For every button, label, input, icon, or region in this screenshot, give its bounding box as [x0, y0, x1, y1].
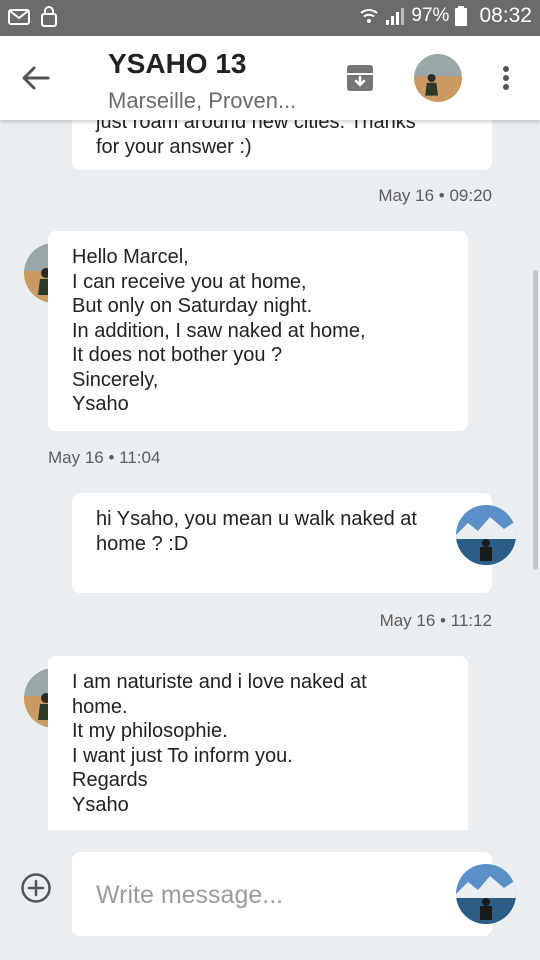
wifi-icon	[360, 9, 379, 23]
battery-icon	[455, 6, 468, 26]
archive-icon	[347, 65, 373, 91]
add-attachment-button[interactable]	[20, 872, 52, 904]
avatar-lake-image	[456, 864, 516, 924]
message-timestamp: May 16 • 09:20	[378, 186, 492, 205]
scrollbar[interactable]	[533, 270, 538, 570]
my-avatar[interactable]	[456, 505, 516, 565]
contact-avatar[interactable]	[414, 54, 462, 102]
more-vert-icon	[503, 66, 509, 90]
battery-percent: 97%	[411, 5, 450, 26]
archive-button[interactable]	[346, 64, 374, 92]
compose-box	[72, 852, 492, 936]
lock-icon	[41, 6, 57, 27]
status-bar: 97% 08:32	[0, 0, 540, 36]
message-bubble[interactable]: Hello Marcel, I can receive you at home,…	[48, 231, 468, 431]
more-options-button[interactable]	[496, 62, 516, 94]
conversation-header: YSAHO 13 Marseille, Proven...	[0, 36, 540, 120]
message-timestamp: May 16 • 11:12	[379, 611, 492, 630]
back-button[interactable]	[18, 62, 54, 94]
message-input[interactable]	[96, 876, 456, 914]
conversation-title: YSAHO 13	[108, 48, 247, 79]
signal-icon	[386, 8, 405, 25]
message-bubble[interactable]: hi Ysaho, you mean u walk naked at home …	[72, 493, 492, 593]
my-avatar[interactable]	[456, 864, 516, 924]
message-timestamp: May 16 • 11:04	[48, 448, 161, 467]
add-circle-icon	[21, 873, 51, 903]
avatar-lake-image	[456, 505, 516, 565]
mail-icon	[8, 9, 30, 25]
back-arrow-icon	[22, 66, 50, 90]
conversation-subtitle: Marseille, Proven...	[108, 88, 297, 113]
message-bubble[interactable]: I am naturiste and i love naked at home.…	[48, 656, 468, 846]
clock: 08:32	[479, 4, 532, 27]
avatar-desert-image	[414, 54, 462, 102]
